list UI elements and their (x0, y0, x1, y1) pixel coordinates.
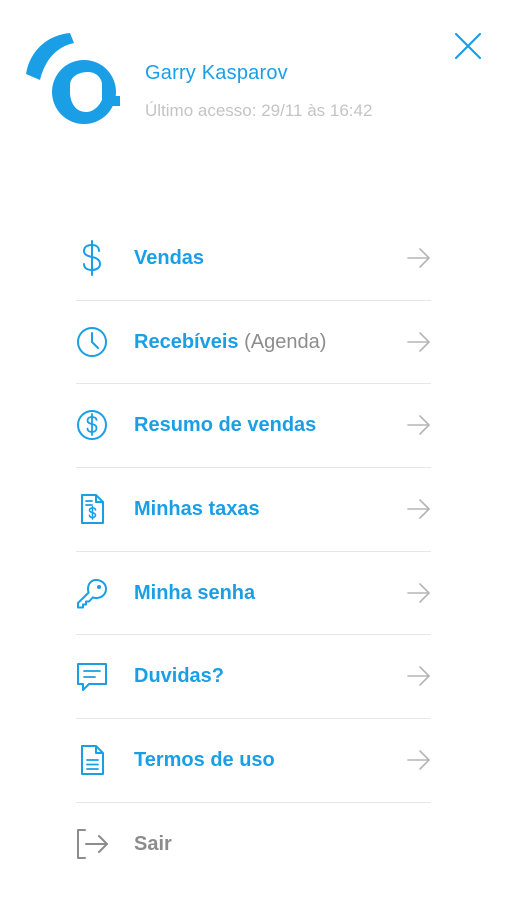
dollar-sign-icon (82, 240, 102, 276)
menu-label: Minhas taxas (134, 498, 260, 521)
menu-item-resumo-de-vendas[interactable]: Resumo de vendas (76, 384, 431, 469)
arrow-right-icon (407, 750, 430, 770)
clock-icon (77, 326, 107, 357)
user-name: Garry Kasparov (145, 62, 288, 84)
menu-label: Termos de uso (134, 749, 275, 772)
arrow-right-icon (407, 248, 430, 268)
arrow-right-icon (407, 499, 430, 519)
menu-label: Resumo de vendas (134, 414, 317, 437)
chat-icon (77, 663, 107, 692)
logout-button[interactable]: Sair (76, 803, 431, 886)
menu-item-minha-senha[interactable]: Minha senha (76, 552, 431, 636)
document-icon (81, 745, 104, 776)
arrow-right-icon (407, 582, 430, 603)
menu-item-minhas-taxas[interactable]: Minhas taxas (76, 468, 431, 552)
menu-label: Minha senha (134, 581, 256, 604)
key-icon (77, 578, 107, 609)
last-access-text: Último acesso: 29/11 às 16:42 (145, 101, 373, 120)
menu-label: Duvidas? (134, 665, 225, 688)
e-logo-icon (26, 33, 120, 124)
arrow-right-icon (407, 331, 430, 352)
menu-label: Recebíveis (134, 330, 239, 353)
dollar-circle-icon (77, 410, 107, 441)
logout-icon (77, 828, 108, 859)
arrow-right-icon (407, 415, 430, 436)
menu-item-duvidas[interactable]: Duvidas? (76, 635, 431, 720)
menu-item-termos-de-uso[interactable]: Termos de uso (76, 719, 431, 803)
fee-document-icon (81, 494, 104, 525)
main-menu: Vendas Recebíveis (Agenda) Resumo de ven… (76, 217, 431, 886)
logout-label: Sair (134, 832, 172, 855)
menu-item-recebiveis[interactable]: Recebíveis (Agenda) (76, 301, 431, 385)
close-icon[interactable] (452, 30, 484, 62)
menu-label-suffix: (Agenda) (238, 330, 327, 353)
arrow-right-icon (407, 666, 430, 687)
menu-label: Vendas (134, 247, 205, 269)
menu-item-vendas[interactable]: Vendas (76, 217, 431, 301)
